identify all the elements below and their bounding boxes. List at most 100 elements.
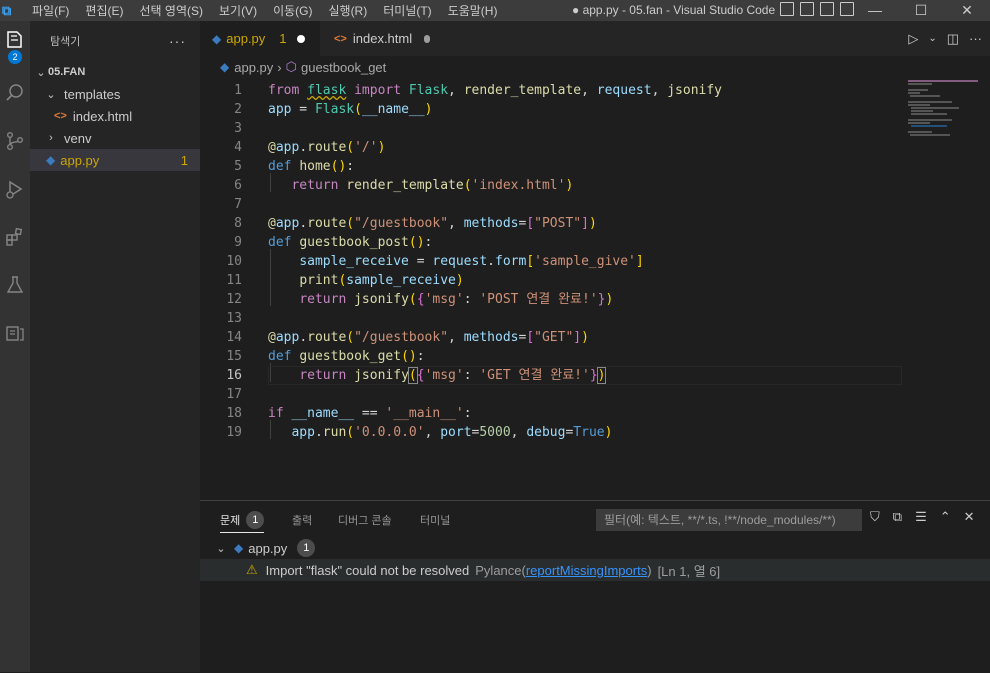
toggle-panel-icon[interactable] — [800, 2, 814, 16]
problem-position: [Ln 1, 열 6] — [657, 563, 721, 579]
split-editor-icon[interactable]: ◫ — [947, 31, 959, 47]
problems-file-count: 1 — [297, 539, 316, 557]
python-file-icon: ◆ — [220, 60, 230, 74]
layout-controls — [780, 2, 854, 16]
editor-actions: ▷ ⌄ ◫ ··· — [908, 21, 990, 56]
more-actions-icon[interactable]: ··· — [969, 31, 982, 46]
menu-run[interactable]: 실행(R) — [320, 2, 375, 19]
maximize-panel-icon[interactable]: ⌃ — [940, 509, 951, 525]
python-file-icon: ◆ — [234, 541, 244, 555]
source-control-icon[interactable] — [0, 123, 30, 159]
code-line: 8 @app.route("/guestbook", methods=["POS… — [234, 216, 597, 231]
breadcrumb-symbol[interactable]: guestbook_get — [301, 60, 386, 75]
unsaved-dot-icon[interactable] — [424, 34, 430, 43]
toggle-sidebar-icon[interactable] — [780, 2, 794, 16]
code-line: 9 def guestbook_post(): — [234, 235, 433, 250]
code-line: 7 — [234, 197, 242, 212]
minimap[interactable] — [908, 78, 988, 138]
tab-index-html[interactable]: <> index.html — [322, 21, 442, 56]
toggle-secondary-sidebar-icon[interactable] — [820, 2, 834, 16]
current-code-line: 16 return jsonify({'msg': 'GET 연결 완료!'}) — [200, 366, 902, 385]
testing-icon[interactable] — [0, 267, 30, 303]
code-line: 4 @app.route('/') — [234, 140, 386, 155]
search-icon[interactable] — [0, 75, 30, 111]
chevron-down-icon: ⌄ — [216, 542, 226, 555]
tab-label: 디버그 콘솔 — [338, 515, 392, 527]
problems-badge: 1 — [246, 511, 265, 529]
code-line: 17 — [226, 387, 242, 402]
tree-item-label: index.html — [72, 108, 133, 124]
method-symbol-icon: ⬡ — [285, 59, 297, 74]
unsaved-dot-icon[interactable] — [296, 34, 305, 43]
code-line: 13 — [226, 311, 242, 326]
tree-item-index-html[interactable]: <> index.html — [30, 105, 200, 127]
breadcrumb-file[interactable]: app.py — [234, 60, 273, 75]
tree-item-label: templates — [64, 86, 121, 102]
breadcrumb-separator-icon: › — [277, 59, 282, 75]
problem-item[interactable]: ⚠ Import "flask" could not be resolved P… — [200, 559, 990, 581]
menu-bar: 파일(F) 편집(E) 선택 영역(S) 보기(V) 이동(G) 실행(R) 터… — [24, 2, 505, 19]
html-file-icon: <> — [334, 32, 347, 45]
folder-root[interactable]: ⌄ 05.FAN — [30, 61, 200, 83]
code-line: 19 app.run('0.0.0.0', port=5000, debug=T… — [226, 425, 613, 440]
code-line: 1 from flask import Flask, render_templa… — [234, 83, 723, 98]
tab-app-py[interactable]: ◆ app.py 1 — [200, 21, 320, 56]
menu-help[interactable]: 도움말(H) — [440, 2, 506, 19]
tab-debug-console[interactable]: 디버그 콘솔 — [338, 501, 392, 539]
menu-terminal[interactable]: 터미널(T) — [375, 2, 439, 19]
tab-label: 문제 — [220, 515, 241, 527]
collapse-all-icon[interactable]: ⧉ — [893, 509, 902, 525]
problem-count: 1 — [180, 152, 188, 168]
python-file-icon: ◆ — [46, 153, 56, 167]
problem-code-link[interactable]: reportMissingImports — [526, 563, 647, 578]
code-line: 6 return render_template('index.html') — [234, 178, 574, 193]
tab-output[interactable]: 출력 — [292, 501, 312, 539]
run-debug-icon[interactable] — [0, 171, 30, 207]
tab-label: index.html — [352, 31, 413, 46]
code-line: 11 print(sample_receive) — [226, 273, 464, 288]
close-panel-icon[interactable]: ✕ — [964, 509, 975, 525]
filter-icon[interactable]: ⛉ — [870, 509, 880, 525]
window-controls: — ☐ ✕ — [852, 0, 990, 21]
run-file-icon[interactable]: ▷ — [908, 31, 918, 47]
remote-explorer-icon[interactable] — [0, 315, 30, 351]
code-line: 10 sample_receive = request.form['sample… — [226, 254, 644, 269]
code-line: 12 return jsonify({'msg': 'POST 연결 완료!'}… — [226, 292, 614, 307]
problems-filter-input[interactable]: 필터(예: 텍스트, **/*.ts, !**/node_modules/**) — [596, 509, 862, 531]
menu-edit[interactable]: 편집(E) — [77, 2, 131, 19]
tree-item-label: app.py — [60, 152, 100, 168]
vscode-logo-icon: ⧉ — [2, 2, 12, 18]
maximize-icon[interactable]: ☐ — [898, 0, 944, 21]
code-line: 14 @app.route("/guestbook", methods=["GE… — [226, 330, 589, 345]
warning-icon: ⚠ — [246, 562, 258, 577]
minimize-icon[interactable]: — — [852, 0, 898, 21]
extensions-icon[interactable] — [0, 219, 30, 255]
tab-problems[interactable]: 문제 1 — [220, 501, 265, 539]
menu-view[interactable]: 보기(V) — [211, 2, 265, 19]
title-bar: ⧉ 파일(F) 편집(E) 선택 영역(S) 보기(V) 이동(G) 실행(R)… — [0, 0, 990, 21]
menu-go[interactable]: 이동(G) — [265, 2, 320, 19]
close-icon[interactable]: ✕ — [944, 0, 990, 21]
run-dropdown-icon[interactable]: ⌄ — [928, 33, 936, 44]
problem-message: Import "flask" could not be resolved — [265, 562, 470, 578]
code-editor[interactable]: 1 from flask import Flask, render_templa… — [200, 78, 990, 500]
problem-source-end: ) — [647, 562, 652, 578]
window-title: ● app.py - 05.fan - Visual Studio Code — [572, 3, 776, 17]
tree-item-venv[interactable]: › venv — [30, 127, 200, 149]
code-line: 5 def home(): — [234, 159, 355, 174]
menu-file[interactable]: 파일(F) — [24, 2, 77, 19]
tab-terminal[interactable]: 터미널 — [420, 501, 450, 539]
tree-item-app-py[interactable]: ◆ app.py 1 — [30, 149, 200, 171]
problem-source: Pylance( — [475, 562, 526, 578]
tree-item-templates[interactable]: ⌄ templates — [30, 83, 200, 105]
folder-root-label: 05.FAN — [48, 66, 86, 78]
code-line: 3 — [234, 121, 242, 136]
problems-file-group[interactable]: ⌄ ◆ app.py 1 — [200, 537, 990, 559]
more-actions-icon[interactable]: ··· — [169, 33, 186, 49]
explorer-sidebar: 탐색기 ··· ⌄ 05.FAN ⌄ templates <> index.ht… — [30, 21, 200, 672]
code-line: 2 app = Flask(__name__) — [234, 102, 433, 117]
menu-selection[interactable]: 선택 영역(S) — [131, 2, 211, 19]
tab-label: app.py — [226, 31, 266, 46]
view-as-tree-icon[interactable]: ☰ — [915, 509, 927, 525]
chevron-down-icon: ⌄ — [36, 66, 46, 79]
